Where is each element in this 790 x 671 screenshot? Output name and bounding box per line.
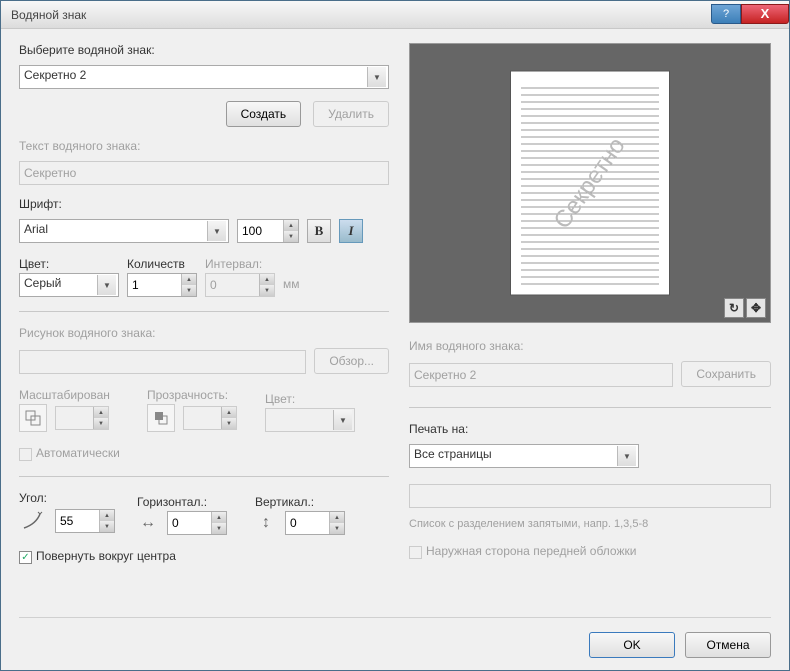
print-on-select[interactable]: Все страницы	[409, 444, 639, 468]
watermark-text-value: Секретно	[24, 166, 76, 180]
opacity-label: Прозрачность:	[147, 388, 257, 402]
horiz-down[interactable]	[211, 523, 226, 534]
print-on-label: Печать на:	[409, 422, 771, 436]
help-button[interactable]: ?	[711, 4, 741, 24]
watermark-select[interactable]: Секретно 2	[19, 65, 389, 89]
interval-down	[259, 285, 274, 296]
watermark-dialog: Водяной знак ? X Выберите водяной знак: …	[0, 0, 790, 671]
auto-label: Автоматически	[36, 446, 120, 460]
angle-spinner[interactable]	[55, 509, 115, 533]
watermark-text-input: Секретно	[19, 161, 389, 185]
scale-up	[93, 407, 108, 418]
interval-label: Интервал:	[205, 257, 275, 271]
preview-page: Секретно	[510, 71, 670, 296]
scale-spinner	[55, 406, 109, 430]
print-on-value: Все страницы	[414, 447, 492, 461]
horiz-up[interactable]	[211, 512, 226, 523]
vert-spinner[interactable]	[285, 511, 345, 535]
preview-move-button[interactable]: ✥	[746, 298, 766, 318]
angle-down[interactable]	[99, 521, 114, 532]
font-size-spinner[interactable]	[237, 219, 299, 243]
close-button[interactable]: X	[741, 4, 789, 24]
angle-icon	[19, 507, 47, 535]
italic-toggle[interactable]: I	[339, 219, 363, 243]
font-size-down[interactable]	[283, 231, 298, 242]
count-up[interactable]	[181, 274, 196, 285]
interval-spinner	[205, 273, 275, 297]
preview-watermark-text: Секретно	[549, 132, 632, 234]
auto-checkbox	[19, 448, 32, 461]
preview-rotate-button[interactable]: ↻	[724, 298, 744, 318]
save-button: Сохранить	[681, 361, 771, 387]
interval-up	[259, 274, 274, 285]
rotate-center-label: Повернуть вокруг центра	[36, 549, 176, 563]
image-path-input	[19, 350, 306, 374]
dialog-title: Водяной знак	[11, 8, 86, 22]
horiz-spinner[interactable]	[167, 511, 227, 535]
scale-down	[93, 418, 108, 429]
count-label: Количеств	[127, 257, 197, 271]
color-value: Серый	[24, 276, 61, 290]
opacity-up	[221, 407, 236, 418]
watermark-name-label: Имя водяного знака:	[409, 339, 771, 353]
vert-down[interactable]	[329, 523, 344, 534]
front-cover-label: Наружная сторона передней обложки	[426, 544, 636, 558]
count-spinner[interactable]	[127, 273, 197, 297]
scale-label: Масштабирован	[19, 388, 139, 402]
count-down[interactable]	[181, 285, 196, 296]
horiz-label: Горизонтал.:	[137, 495, 247, 509]
watermark-name-input: Секретно 2	[409, 363, 673, 387]
titlebar: Водяной знак ? X	[1, 1, 789, 29]
angle-up[interactable]	[99, 510, 114, 521]
font-size-up[interactable]	[283, 220, 298, 231]
watermark-name-value: Секретно 2	[414, 368, 476, 382]
bold-toggle[interactable]: B	[307, 219, 331, 243]
preview-area: Секретно ↻ ✥	[409, 43, 771, 323]
angle-label: Угол:	[19, 491, 129, 505]
image-color-select	[265, 408, 355, 432]
rotate-center-checkbox[interactable]	[19, 551, 32, 564]
browse-button: Обзор...	[314, 348, 389, 374]
opacity-down	[221, 418, 236, 429]
scale-icon	[19, 404, 47, 432]
font-value: Arial	[24, 222, 48, 236]
interval-unit: мм	[283, 277, 300, 295]
vert-up[interactable]	[329, 512, 344, 523]
image-color-label: Цвет:	[265, 392, 355, 406]
vert-label: Вертикал.:	[255, 495, 365, 509]
color-select[interactable]: Серый	[19, 273, 119, 297]
font-select[interactable]: Arial	[19, 219, 229, 243]
font-label: Шрифт:	[19, 197, 389, 211]
color-label: Цвет:	[19, 257, 119, 271]
page-list-input	[409, 484, 771, 508]
create-button[interactable]: Создать	[226, 101, 302, 127]
horiz-arrow-icon: ↔	[137, 514, 159, 532]
opacity-icon	[147, 404, 175, 432]
watermark-text-label: Текст водяного знака:	[19, 139, 389, 153]
select-watermark-label: Выберите водяной знак:	[19, 43, 389, 57]
page-list-hint: Список с разделением запятыми, напр. 1,3…	[409, 518, 771, 530]
watermark-select-value: Секретно 2	[24, 68, 86, 82]
cancel-button[interactable]: Отмена	[685, 632, 771, 658]
vert-arrow-icon: ↕	[255, 514, 277, 532]
opacity-spinner	[183, 406, 237, 430]
front-cover-checkbox	[409, 546, 422, 559]
image-label: Рисунок водяного знака:	[19, 326, 389, 340]
delete-button: Удалить	[313, 101, 389, 127]
ok-button[interactable]: OK	[589, 632, 675, 658]
